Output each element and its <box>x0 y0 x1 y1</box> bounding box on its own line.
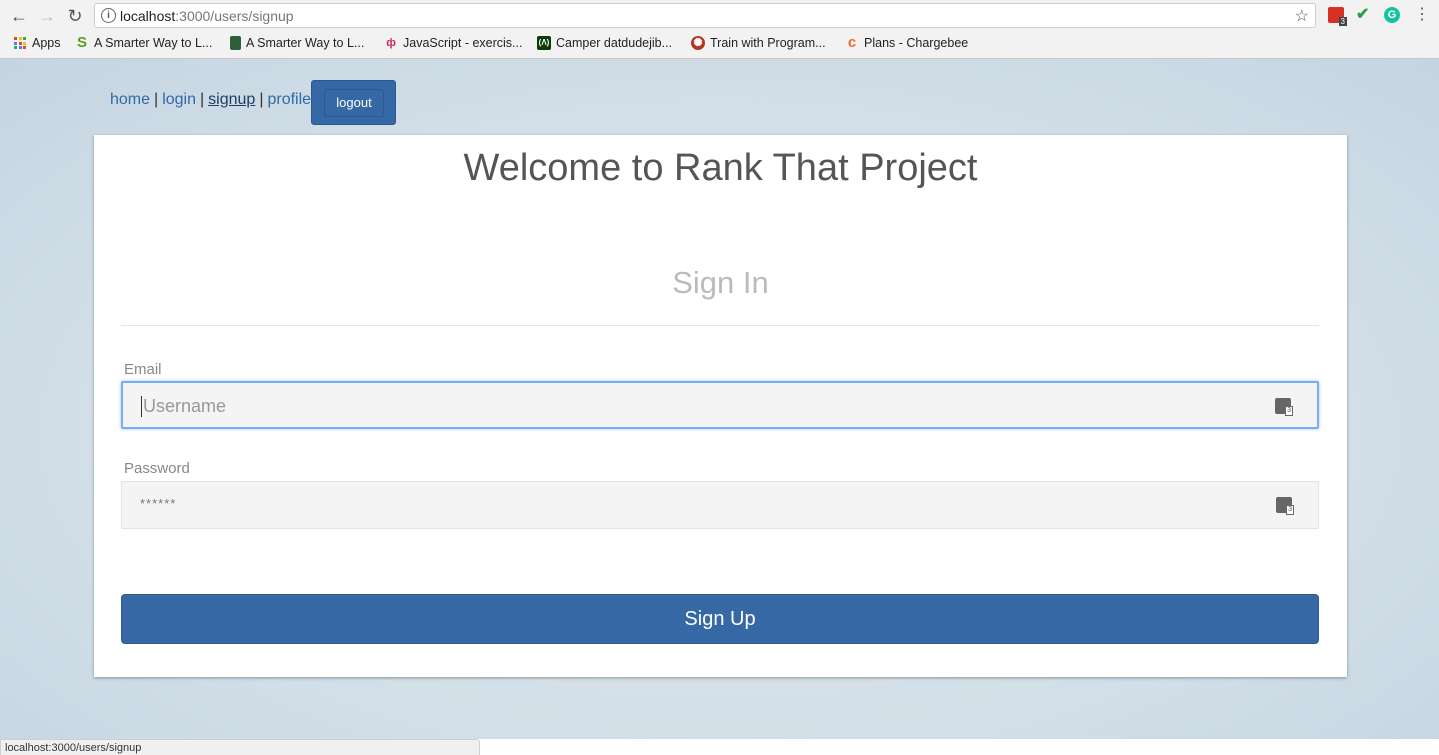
forward-arrow-icon[interactable]: → <box>36 6 58 26</box>
bookmark-label: Plans - Chargebee <box>864 36 969 50</box>
bookmark-chargebee[interactable]: c Plans - Chargebee <box>845 34 969 51</box>
password-manager-badge: 3 <box>1286 505 1294 515</box>
password-manager-icon[interactable]: 3 <box>1276 497 1294 515</box>
bookmark-label: Camper datdudejib... <box>556 36 673 50</box>
signin-heading: Sign In <box>672 265 769 300</box>
gmail-extension-icon[interactable]: 3 <box>1328 7 1347 26</box>
status-bar: localhost:3000/users/signup <box>0 739 480 755</box>
url-host: localhost <box>120 8 176 24</box>
book-icon <box>230 36 241 50</box>
nav-separator: | <box>259 91 264 108</box>
address-url[interactable]: localhost:3000/users/signup <box>120 8 294 24</box>
page-background: home | login | signup | profile logout Welcome… <box>0 59 1439 739</box>
signin-card: Welcome to Rank That Project Sign In Ema… <box>94 135 1347 677</box>
info-icon[interactable]: i <box>101 8 116 23</box>
url-path: :3000/users/signup <box>175 8 294 24</box>
nav-separator: | <box>200 91 205 108</box>
codewars-icon: ✺ <box>691 36 705 50</box>
reload-icon[interactable]: ↻ <box>64 6 86 26</box>
password-manager-icon[interactable]: 3 <box>1275 398 1293 416</box>
bookmark-label: Train with Program... <box>710 36 826 50</box>
email-field[interactable]: Username 3 <box>121 381 1319 429</box>
bookmark-label: A Smarter Way to L... <box>246 36 365 50</box>
page-title: Welcome to Rank That Project <box>463 147 978 189</box>
bookmark-javascript-exercism[interactable]: ф JavaScript - exercis... <box>384 36 522 50</box>
checkmark-extension-icon[interactable]: ✔ <box>1356 7 1372 23</box>
back-arrow-icon[interactable]: ← <box>8 6 30 26</box>
bookmark-label: JavaScript - exercis... <box>403 36 523 50</box>
logout-container[interactable]: logout <box>311 80 396 125</box>
sign-up-button[interactable]: Sign Up <box>121 594 1319 644</box>
bookmark-camper[interactable]: (Λ) Camper datdudejib... <box>537 36 672 50</box>
freecodecamp-icon: (Λ) <box>537 36 551 50</box>
chargebee-icon: c <box>847 34 857 51</box>
address-bar[interactable]: i localhost:3000/users/signup ☆ <box>94 3 1316 28</box>
browser-chrome: ← → ↻ i localhost:3000/users/signup ☆ 3 … <box>0 0 1439 59</box>
password-label: Password <box>124 460 190 477</box>
nav-home-link[interactable]: home <box>110 91 150 108</box>
browser-menu-icon[interactable]: ⋮ <box>1414 7 1430 23</box>
extension-badge: 3 <box>1338 17 1347 26</box>
email-label: Email <box>124 361 162 378</box>
logout-button[interactable]: logout <box>324 89 384 117</box>
exercism-icon: ф <box>386 37 396 49</box>
password-field[interactable]: ****** 3 <box>121 481 1319 529</box>
bookmark-smarter-way-2[interactable]: A Smarter Way to L... <box>230 36 364 50</box>
grammarly-extension-icon[interactable]: G <box>1384 7 1400 23</box>
bookmark-star-icon[interactable]: ☆ <box>1295 6 1309 26</box>
nav-login-link[interactable]: login <box>162 91 196 108</box>
nav-profile-link[interactable]: profile <box>267 91 311 108</box>
email-placeholder: Username <box>141 396 227 417</box>
bookmark-label: Apps <box>32 36 61 50</box>
top-nav: home | login | signup | profile <box>110 91 311 109</box>
bookmark-codewars[interactable]: ✺ Train with Program... <box>691 36 826 50</box>
s-logo-icon: S <box>76 34 87 51</box>
bookmarks-bar: Apps S A Smarter Way to L... A Smarter W… <box>0 33 1439 55</box>
nav-signup-link[interactable]: signup <box>208 91 255 108</box>
divider <box>121 325 1319 326</box>
bookmark-apps[interactable]: Apps <box>14 36 61 50</box>
apps-grid-icon <box>14 37 26 49</box>
bookmark-smarter-way-1[interactable]: S A Smarter Way to L... <box>75 34 213 51</box>
bookmark-label: A Smarter Way to L... <box>94 36 213 50</box>
nav-separator: | <box>154 91 159 108</box>
password-manager-badge: 3 <box>1285 406 1293 416</box>
password-placeholder: ****** <box>140 496 177 511</box>
